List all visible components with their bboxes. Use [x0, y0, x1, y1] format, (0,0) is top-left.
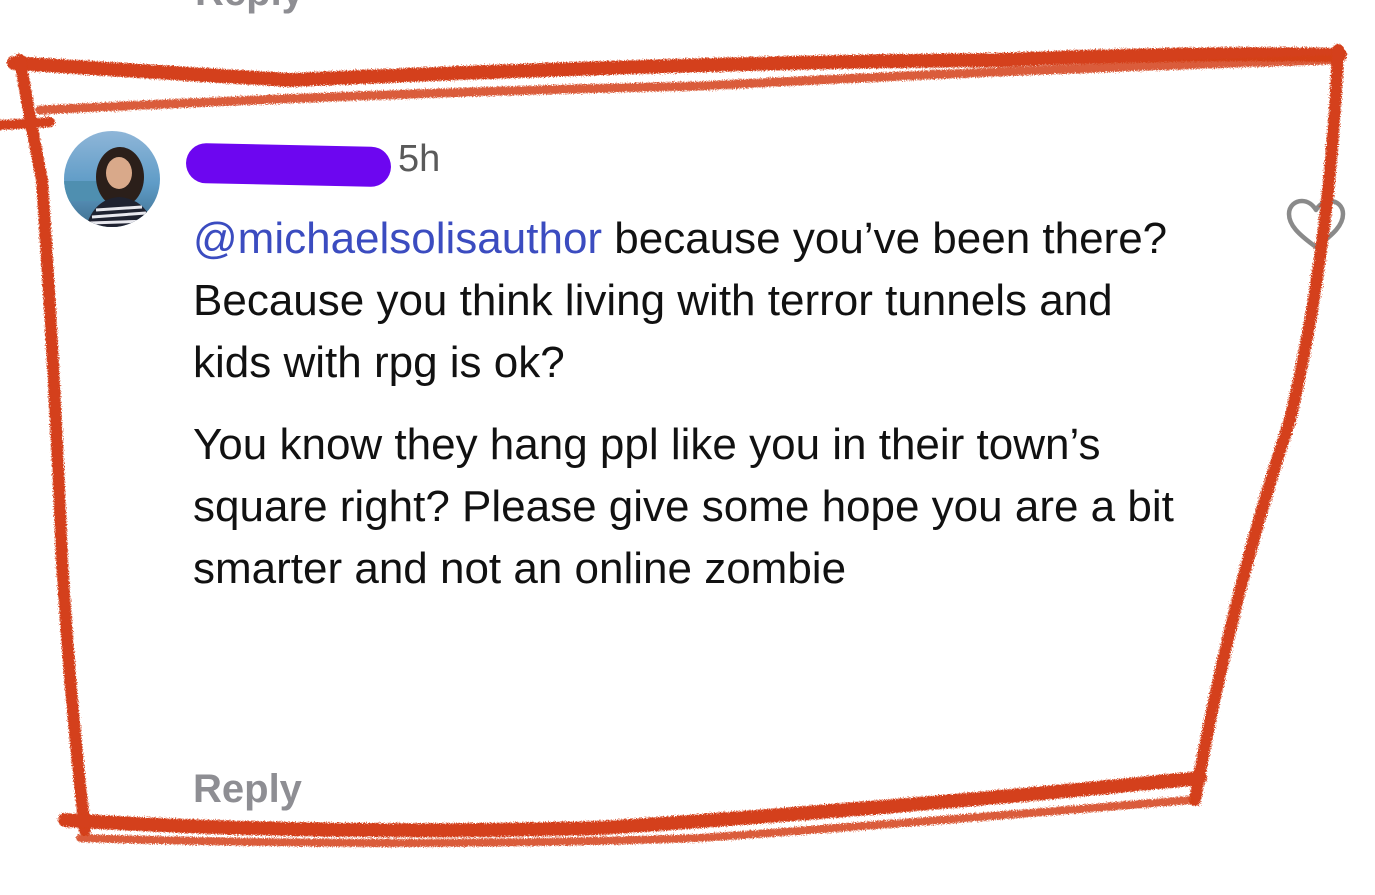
redacted-username: [185, 142, 392, 188]
comment-paragraph-2: You know they hang ppl like you in their…: [193, 420, 1174, 593]
avatar[interactable]: [64, 131, 160, 227]
comment-body: @michaelsolisauthor because you’ve been …: [193, 208, 1203, 600]
previous-reply-button[interactable]: Reply: [195, 0, 304, 15]
mention-link[interactable]: @michaelsolisauthor: [193, 214, 602, 263]
comment-paragraph-1: @michaelsolisauthor because you’ve been …: [193, 208, 1203, 394]
like-button[interactable]: [1284, 197, 1348, 253]
reply-button[interactable]: Reply: [193, 767, 302, 812]
heart-outline-icon: [1286, 198, 1346, 250]
comment-timestamp: 5h: [398, 138, 441, 180]
